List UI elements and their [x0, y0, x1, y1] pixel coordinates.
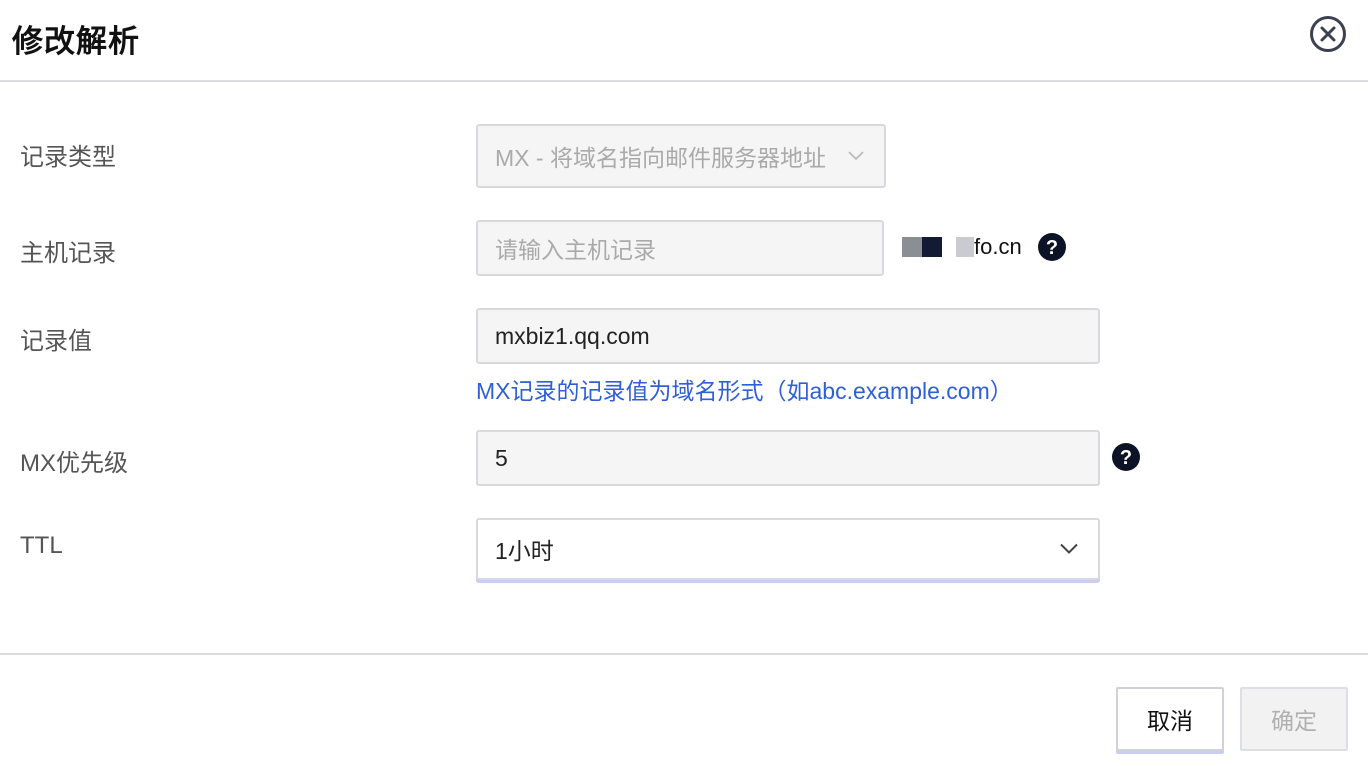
edit-dns-record-dialog: 修改解析 记录类型 MX - 将域名指向邮件服务器地址 主机记录 请输入主机记录…	[0, 0, 1368, 766]
record-type-value: MX - 将域名指向邮件服务器地址	[495, 145, 826, 171]
ttl-select[interactable]: 1小时	[476, 518, 1100, 580]
redacted-block	[942, 237, 956, 257]
cancel-button[interactable]: 取消	[1116, 687, 1224, 751]
close-button[interactable]	[1308, 14, 1348, 54]
record-value-input[interactable]: mxbiz1.qq.com	[476, 308, 1100, 364]
svg-text:?: ?	[1120, 447, 1132, 469]
record-value-text: mxbiz1.qq.com	[495, 322, 650, 349]
mx-priority-label: MX优先级	[20, 450, 128, 477]
ttl-value: 1小时	[495, 538, 554, 564]
domain-suffix: fo.cn	[902, 232, 1022, 262]
svg-text:?: ?	[1046, 237, 1058, 259]
chevron-down-icon	[1060, 543, 1078, 554]
question-circle-icon: ?	[1038, 233, 1066, 261]
redacted-block	[956, 237, 974, 257]
host-help-button[interactable]: ?	[1037, 232, 1067, 262]
mx-priority-value: 5	[495, 444, 508, 471]
chevron-down-icon	[848, 151, 864, 161]
record-type-label: 记录类型	[20, 144, 116, 171]
host-record-input[interactable]: 请输入主机记录	[476, 220, 884, 276]
record-value-label: 记录值	[20, 328, 92, 355]
record-value-hint: MX记录的记录值为域名形式（如abc.example.com）	[476, 378, 1013, 404]
dialog-footer: 取消 确定	[0, 653, 1368, 766]
host-record-placeholder: 请输入主机记录	[495, 237, 656, 263]
confirm-button[interactable]: 确定	[1240, 687, 1348, 751]
mx-priority-input[interactable]: 5	[476, 430, 1100, 486]
redacted-block	[902, 237, 922, 257]
dialog-title: 修改解析	[12, 24, 140, 59]
record-type-select[interactable]: MX - 将域名指向邮件服务器地址	[476, 124, 886, 188]
close-circle-icon	[1310, 16, 1346, 52]
question-circle-icon: ?	[1112, 443, 1140, 471]
priority-help-button[interactable]: ?	[1111, 442, 1141, 472]
redacted-block	[922, 237, 942, 257]
dialog-header: 修改解析	[0, 0, 1368, 82]
ttl-label: TTL	[20, 532, 63, 559]
domain-suffix-text: fo.cn	[974, 234, 1022, 259]
host-record-label: 主机记录	[20, 240, 116, 267]
